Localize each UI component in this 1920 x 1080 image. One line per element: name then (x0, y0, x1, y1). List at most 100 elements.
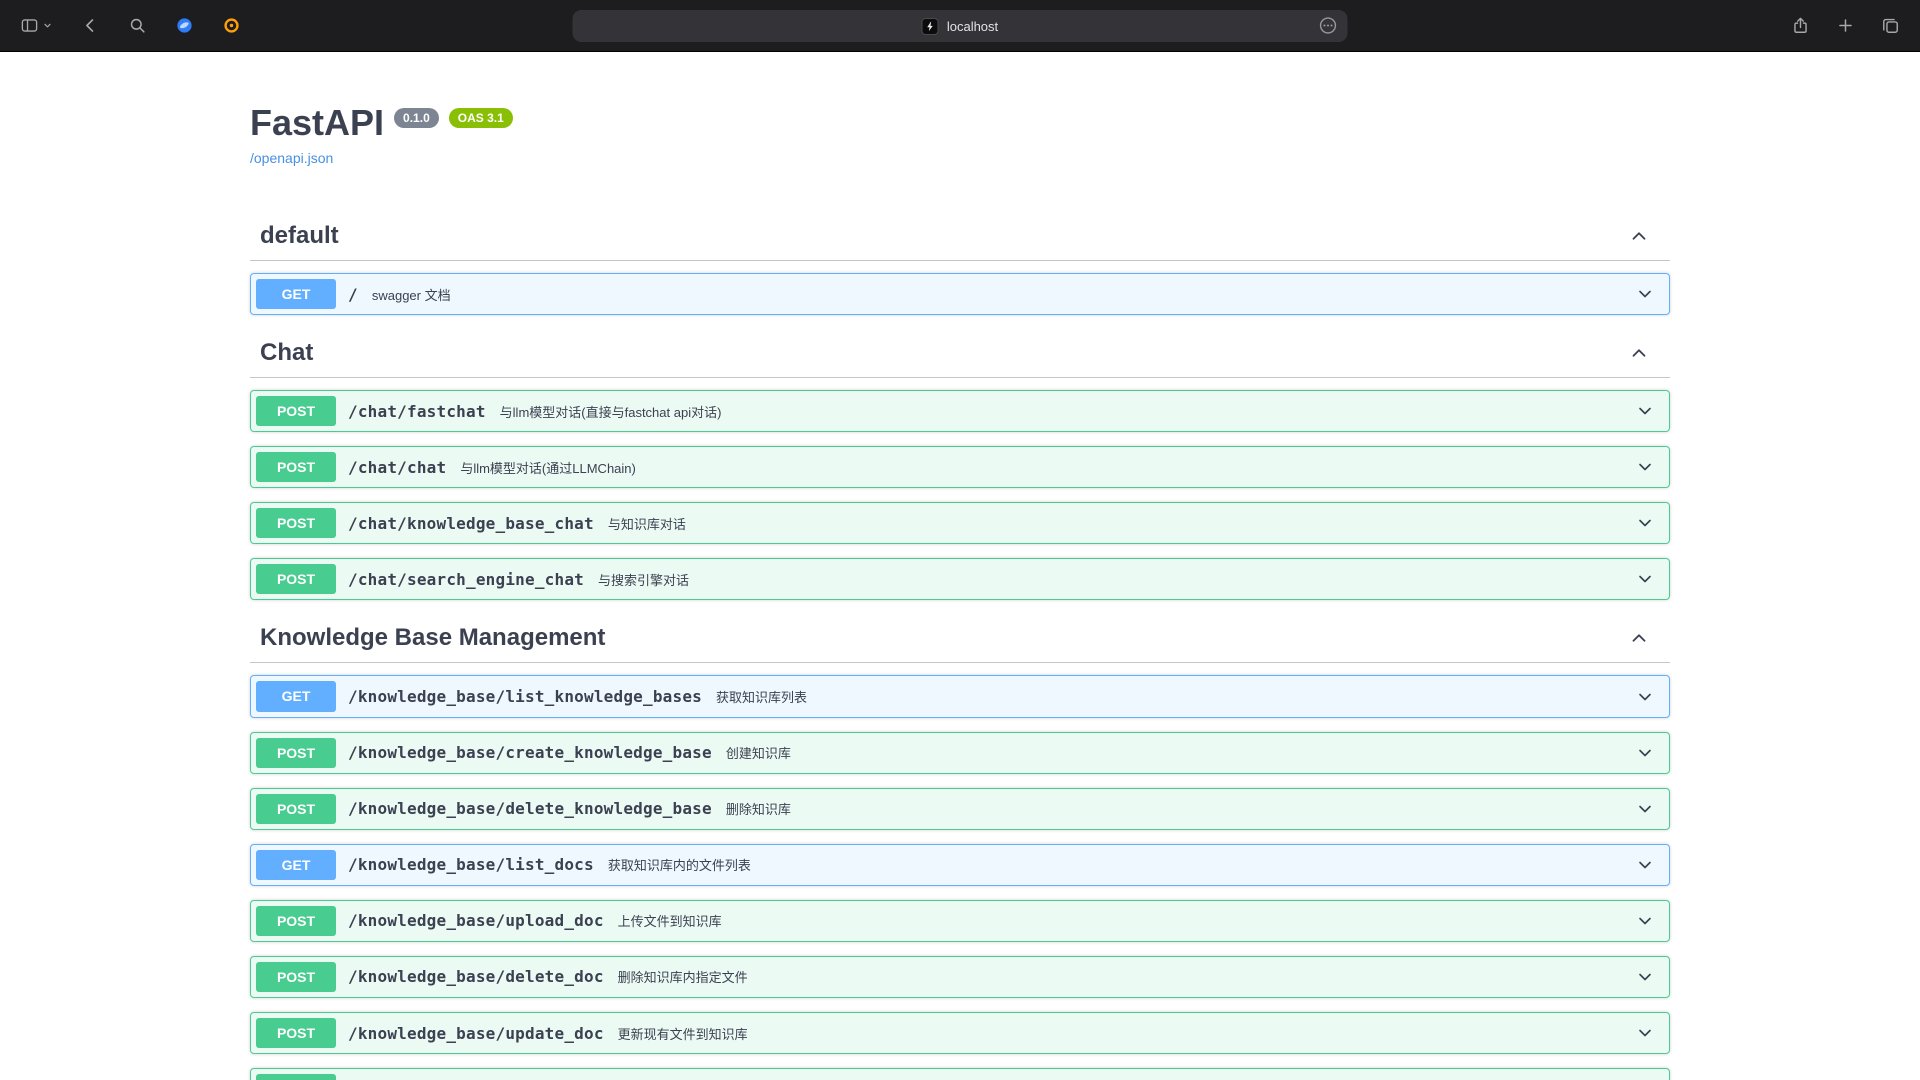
chevron-down-icon[interactable] (1635, 911, 1655, 931)
chevron-up-icon[interactable] (1628, 342, 1650, 364)
operation-row[interactable]: POST /chat/search_engine_chat 与搜索引擎对话 (250, 558, 1670, 600)
pinned-site-blue-icon (175, 16, 194, 35)
chevron-down-icon[interactable] (1635, 513, 1655, 533)
openapi-json-link[interactable]: /openapi.json (250, 150, 333, 166)
oas-badge: OAS 3.1 (449, 108, 513, 128)
method-badge: GET (256, 681, 336, 711)
method-badge: POST (256, 738, 336, 768)
api-info: FastAPI 0.1.0 OAS 3.1 /openapi.json (250, 102, 1670, 168)
operation-path: / (348, 285, 358, 304)
operation-path: /knowledge_base/list_knowledge_bases (348, 687, 702, 706)
chevron-down-icon[interactable] (1635, 569, 1655, 589)
lightning-bolt-icon (925, 21, 936, 32)
ellipsis-circle-icon (1318, 15, 1339, 36)
site-favicon (922, 18, 939, 35)
section-header-chat[interactable]: Chat (250, 329, 1670, 378)
operation-row[interactable]: POST /knowledge_base/delete_doc 删除知识库内指定… (250, 956, 1670, 998)
method-badge: GET (256, 279, 336, 309)
version-badge: 0.1.0 (394, 108, 439, 128)
method-badge: POST (256, 396, 336, 426)
operation-row[interactable]: POST /knowledge_base/create_knowledge_ba… (250, 732, 1670, 774)
chevron-down-icon (42, 20, 53, 31)
search-button[interactable] (128, 16, 147, 35)
tab-overview-icon (1881, 16, 1900, 35)
operation-row[interactable]: POST /knowledge_base/recreate_vector_sto… (250, 1068, 1670, 1080)
browser-toolbar: localhost (0, 0, 1920, 52)
chevron-down-icon[interactable] (1635, 967, 1655, 987)
chevron-down-icon[interactable] (1635, 401, 1655, 421)
tag-section-knowledge-base: Knowledge Base Management GET /knowledge… (250, 614, 1670, 1080)
search-icon (128, 16, 147, 35)
operation-row[interactable]: POST /chat/knowledge_base_chat 与知识库对话 (250, 502, 1670, 544)
url-text: localhost (947, 19, 998, 34)
operation-description: 创建知识库 (726, 743, 791, 762)
swagger-ui: FastAPI 0.1.0 OAS 3.1 /openapi.json defa… (0, 102, 1920, 1080)
operation-path: /knowledge_base/delete_knowledge_base (348, 799, 712, 818)
share-icon (1791, 16, 1810, 35)
method-badge: POST (256, 1018, 336, 1048)
operation-path: /knowledge_base/list_docs (348, 855, 594, 874)
operation-path: /knowledge_base/update_doc (348, 1024, 604, 1043)
chevron-down-icon[interactable] (1635, 743, 1655, 763)
chevron-up-icon[interactable] (1628, 225, 1650, 247)
section-title: Chat (260, 339, 313, 367)
operation-description: swagger 文档 (372, 285, 451, 304)
operation-path: /chat/knowledge_base_chat (348, 514, 594, 533)
method-badge: POST (256, 1074, 336, 1080)
new-tab-button[interactable] (1836, 16, 1855, 35)
address-bar[interactable]: localhost (573, 10, 1348, 42)
operation-path: /chat/search_engine_chat (348, 570, 584, 589)
back-icon (81, 16, 100, 35)
sidebar-toggle-button[interactable] (20, 16, 53, 35)
method-badge: POST (256, 508, 336, 538)
chevron-down-icon[interactable] (1635, 799, 1655, 819)
method-badge: POST (256, 906, 336, 936)
chevron-down-icon[interactable] (1635, 855, 1655, 875)
operation-description: 上传文件到知识库 (618, 911, 722, 930)
method-badge: GET (256, 850, 336, 880)
sidebar-icon (20, 16, 39, 35)
operation-description: 获取知识库内的文件列表 (608, 855, 751, 874)
section-header-knowledge-base[interactable]: Knowledge Base Management (250, 614, 1670, 663)
chevron-down-icon[interactable] (1635, 687, 1655, 707)
pinned-site-orange-icon (222, 16, 241, 35)
operation-row[interactable]: POST /knowledge_base/upload_doc 上传文件到知识库 (250, 900, 1670, 942)
share-button[interactable] (1791, 16, 1810, 35)
operation-description: 与知识库对话 (608, 514, 686, 533)
method-badge: POST (256, 452, 336, 482)
operation-description: 删除知识库 (726, 799, 791, 818)
operation-row[interactable]: POST /knowledge_base/delete_knowledge_ba… (250, 788, 1670, 830)
method-badge: POST (256, 962, 336, 992)
chevron-down-icon[interactable] (1635, 284, 1655, 304)
pinned-site-orange-button[interactable] (222, 16, 241, 35)
api-title-text: FastAPI (250, 102, 384, 144)
tab-overview-button[interactable] (1881, 16, 1900, 35)
operation-row[interactable]: GET / swagger 文档 (250, 273, 1670, 315)
operation-row[interactable]: POST /knowledge_base/update_doc 更新现有文件到知… (250, 1012, 1670, 1054)
method-badge: POST (256, 564, 336, 594)
chevron-down-icon[interactable] (1635, 457, 1655, 477)
operation-description: 删除知识库内指定文件 (618, 967, 748, 986)
page-menu-button[interactable] (1318, 15, 1339, 36)
operation-row[interactable]: POST /chat/fastchat 与llm模型对话(直接与fastchat… (250, 390, 1670, 432)
back-button[interactable] (81, 16, 100, 35)
operation-path: /knowledge_base/create_knowledge_base (348, 743, 712, 762)
operation-row[interactable]: POST /chat/chat 与llm模型对话(通过LLMChain) (250, 446, 1670, 488)
operation-row[interactable]: GET /knowledge_base/list_docs 获取知识库内的文件列… (250, 844, 1670, 886)
pinned-site-blue-button[interactable] (175, 16, 194, 35)
section-title: default (260, 222, 339, 250)
operation-description: 与搜索引擎对话 (598, 570, 689, 589)
api-title: FastAPI 0.1.0 OAS 3.1 (250, 102, 1670, 144)
chevron-down-icon[interactable] (1635, 1023, 1655, 1043)
operation-description: 与llm模型对话(直接与fastchat api对话) (500, 402, 722, 421)
operation-path: /chat/fastchat (348, 402, 486, 421)
operation-path: /knowledge_base/upload_doc (348, 911, 604, 930)
operation-path: /knowledge_base/delete_doc (348, 967, 604, 986)
tag-section-default: default GET / swagger 文档 (250, 212, 1670, 315)
operation-row[interactable]: GET /knowledge_base/list_knowledge_bases… (250, 675, 1670, 717)
chevron-up-icon[interactable] (1628, 627, 1650, 649)
plus-icon (1836, 16, 1855, 35)
operation-description: 获取知识库列表 (716, 687, 807, 706)
operation-description: 更新现有文件到知识库 (618, 1024, 748, 1043)
section-header-default[interactable]: default (250, 212, 1670, 261)
